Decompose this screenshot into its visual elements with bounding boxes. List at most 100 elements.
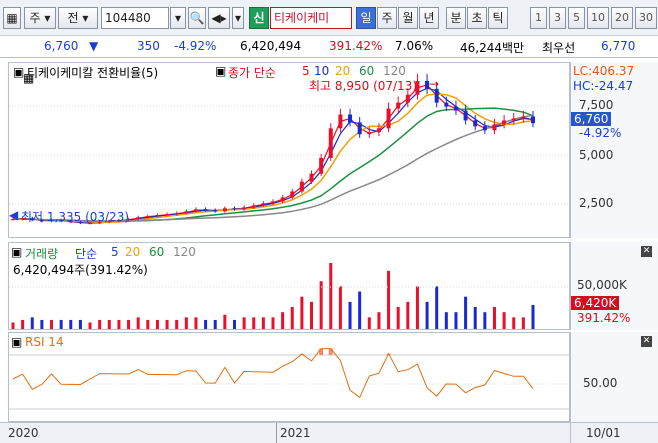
- chart-area[interactable]: ▣ 티케이케미칼 전환비율(5) ▣ 종가 단순 5 10 20 60 120 …: [0, 58, 658, 443]
- volume-bar: [473, 307, 477, 329]
- volume-bar: [377, 312, 381, 329]
- candle-body: [319, 157, 324, 174]
- lc-value: LC:406.37: [573, 64, 635, 78]
- high-price-label: 최고 8,950 (07/13): [309, 79, 418, 93]
- vol-ma20-label: 20: [125, 245, 141, 259]
- ma-label: 종가 단순: [228, 66, 276, 80]
- period-month-button[interactable]: 월: [398, 7, 418, 29]
- volume-bar: [300, 296, 304, 329]
- volume-bar: [319, 281, 323, 329]
- year-divider: [276, 423, 277, 443]
- interval-1-button[interactable]: 1: [530, 7, 547, 29]
- volume-bar: [194, 317, 198, 329]
- interval-20-button[interactable]: 20: [611, 7, 633, 29]
- volume-bar: [252, 317, 256, 329]
- candle-body: [213, 210, 218, 212]
- candle-body: [222, 208, 227, 212]
- rsi-panel[interactable]: ▣ RSI 14: [8, 332, 571, 422]
- candle-body: [453, 106, 458, 111]
- period-tick-button[interactable]: 틱: [488, 7, 508, 29]
- volume-bar: [184, 317, 188, 329]
- volume-bar: [271, 317, 275, 329]
- volume-bar: [290, 307, 294, 329]
- interval-5-button[interactable]: 5: [568, 7, 585, 29]
- period-second-button[interactable]: 초: [467, 7, 487, 29]
- price-axis[interactable]: LC:406.37 HC:-24.47 7,500 6,760 -4.92% 5…: [570, 62, 658, 238]
- volume-close-icon[interactable]: ✕: [641, 246, 652, 257]
- ma120-label: 120: [383, 64, 406, 78]
- code-dropdown-icon[interactable]: ▾: [170, 7, 186, 29]
- volume-bar: [454, 312, 458, 329]
- current-price-box: 6,760: [571, 112, 612, 126]
- ma20-label: 20: [335, 64, 351, 78]
- volume-bar: [242, 317, 246, 329]
- badge-sin[interactable]: 신: [249, 7, 269, 29]
- rsi-axis[interactable]: ✕ 50.00: [570, 332, 658, 422]
- hc-value: HC:-24.47: [573, 79, 634, 93]
- volume-bar: [117, 319, 121, 329]
- table-icon[interactable]: ▦: [23, 71, 34, 85]
- volume-bar: [512, 317, 516, 329]
- volume-bar: [98, 319, 102, 329]
- candle-body: [251, 205, 256, 208]
- speaker-dropdown-icon[interactable]: ▾: [232, 7, 244, 29]
- candle-body: [242, 207, 247, 210]
- price-panel[interactable]: ▣ 티케이케미칼 전환비율(5) ▣ 종가 단순 5 10 20 60 120 …: [8, 62, 571, 238]
- candle-body: [299, 181, 304, 192]
- trade-amount: 46,244백만: [460, 41, 525, 55]
- volume-bar: [69, 319, 73, 329]
- time-label-2021: 2021: [280, 426, 311, 440]
- ma10-label: 10: [314, 64, 330, 78]
- volume-bar: [223, 314, 227, 329]
- period-select[interactable]: 주 ▾: [24, 7, 56, 29]
- candle-body: [348, 114, 353, 123]
- volume-panel[interactable]: ▣ 거래량 단순 5 20 60 120 6,420,494주(391.42%): [8, 242, 571, 330]
- interval-3-button[interactable]: 3: [549, 7, 566, 29]
- rsi-overbought-fill: [299, 348, 391, 355]
- price-change: 350: [137, 39, 160, 53]
- stock-name[interactable]: 티케이케미: [270, 7, 352, 29]
- jeon-select[interactable]: 전 ▾: [58, 7, 98, 29]
- rsi-square-icon: ▣: [11, 335, 23, 349]
- rsi-plot: [9, 348, 571, 410]
- volume-bar: [107, 319, 111, 329]
- volume-pct: 391.42%: [329, 39, 383, 53]
- price-change-pct: -4.92%: [174, 39, 217, 53]
- volume-bar: [329, 263, 333, 329]
- time-label-2020: 2020: [8, 426, 39, 440]
- volume-bar: [358, 291, 362, 329]
- volume-bar: [30, 317, 34, 329]
- interval-10-button[interactable]: 10: [587, 7, 609, 29]
- vol-ma5-label: 5: [111, 245, 119, 259]
- period-day-button[interactable]: 일: [356, 7, 376, 29]
- candle-body: [463, 110, 468, 121]
- volume-bar: [165, 319, 169, 329]
- volume-bar: [78, 319, 82, 329]
- volume-bar: [50, 319, 54, 329]
- search-icon[interactable]: 🔍: [188, 7, 206, 29]
- candle-body: [473, 120, 478, 127]
- candle-body: [261, 203, 266, 206]
- volume-bar: [281, 312, 285, 329]
- period-year-button[interactable]: 년: [419, 7, 439, 29]
- screen-icon[interactable]: ▦: [3, 7, 21, 29]
- volume-bar: [21, 319, 25, 329]
- ma5-label: 5: [302, 64, 310, 78]
- speaker-icon[interactable]: ◀▸: [208, 7, 230, 29]
- volume-bar: [435, 286, 439, 329]
- volume-axis[interactable]: ✕ 50,000K 6,420K 391.42%: [570, 242, 658, 330]
- current-price: 6,760: [44, 39, 79, 53]
- rsi-close-icon[interactable]: ✕: [641, 336, 652, 347]
- volume-bar: [521, 317, 525, 329]
- ma60-label: 60: [359, 64, 375, 78]
- interval-30-button[interactable]: 30: [635, 7, 657, 29]
- candle-body: [531, 116, 535, 124]
- candle-body: [155, 215, 160, 217]
- time-axis[interactable]: 2020 2021 10/01: [0, 422, 658, 443]
- period-week-button[interactable]: 주: [377, 7, 397, 29]
- volume-bar: [310, 301, 314, 329]
- code-input[interactable]: 104480: [101, 7, 169, 29]
- candle-body: [482, 126, 487, 131]
- candle-body: [376, 128, 381, 133]
- period-minute-button[interactable]: 분: [446, 7, 466, 29]
